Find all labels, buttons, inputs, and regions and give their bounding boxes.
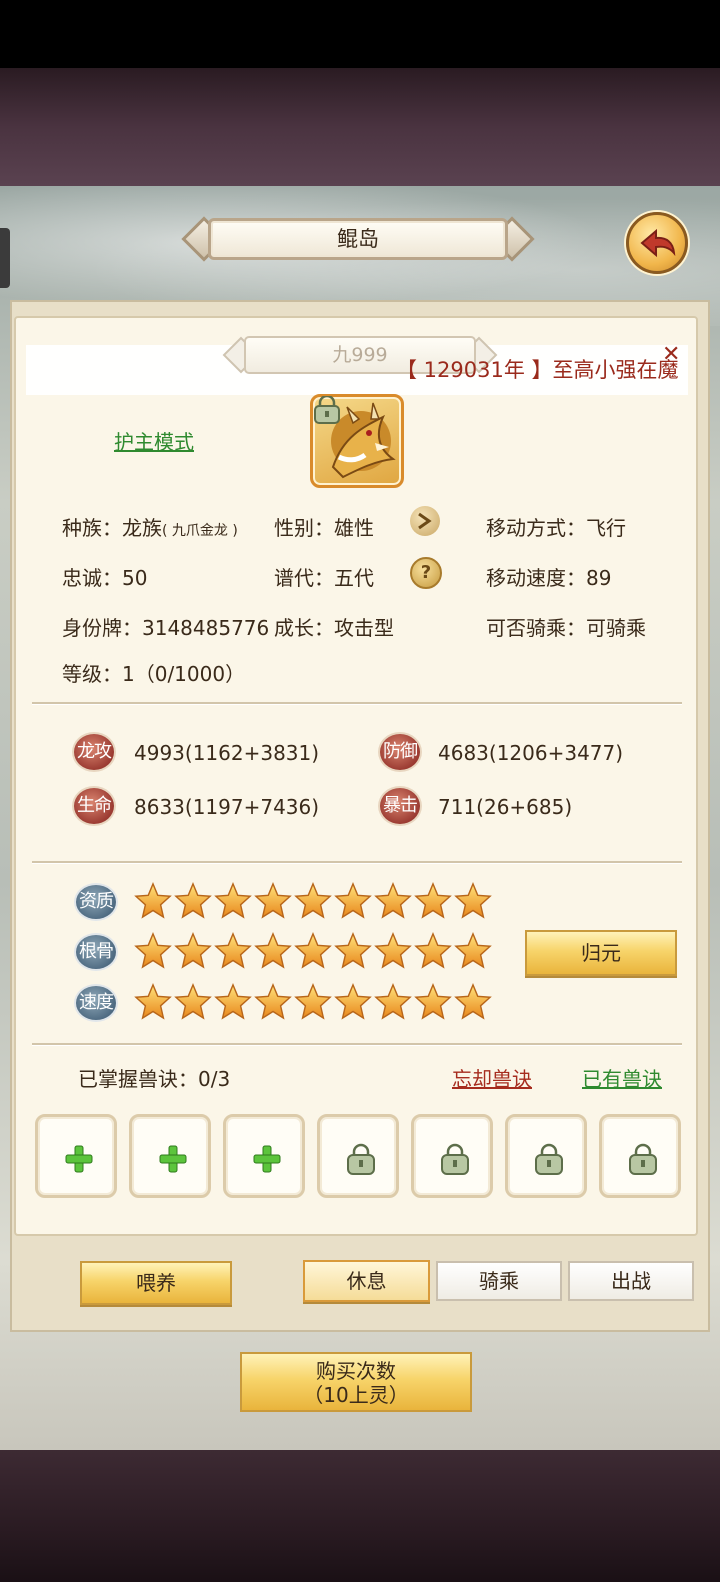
stat-badge-defense: 防御 [378,732,422,772]
plus-icon [159,1145,187,1173]
mastered-skills-label: 已掌握兽诀：0/3 [78,1067,231,1091]
star-icon [254,932,292,970]
star-icon [294,932,332,970]
divider [32,702,682,705]
star-icon [214,932,252,970]
guard-mode-link[interactable]: 护主模式 [114,426,194,455]
skill-slot-locked[interactable] [317,1114,399,1198]
status-bar-area [0,0,720,68]
star-icon [174,932,212,970]
arrow-icon [418,512,432,530]
gender-info: 性别：雄性 [274,516,374,540]
stat-badge-health: 生命 [72,786,116,826]
aptitude-badge: 资质 [74,883,118,921]
rideable-info: 可否骑乘：可骑乘 [486,616,646,640]
bottom-backdrop [0,1450,720,1582]
id-tag-info: 身份牌：3148485776 [62,616,270,640]
reset-button[interactable]: 归元 [525,930,677,976]
back-arrow-icon [640,228,676,258]
skill-slot-locked[interactable] [411,1114,493,1198]
loyalty-info: 忠诚：50 [62,566,148,590]
back-button[interactable] [626,212,688,274]
star-icon [174,882,212,920]
stat-value-defense: 4683(1206+3477) [438,741,624,765]
feed-button[interactable]: 喂养 [80,1261,232,1305]
bone-badge: 根骨 [74,933,118,971]
buy-times-label: 购买次数 [316,1359,396,1383]
skill-slot-empty[interactable] [129,1114,211,1198]
lock-icon [347,1143,375,1175]
star-icon [294,983,332,1021]
star-icon [414,882,452,920]
race-subtype: ( 九爪金龙 ) [162,523,238,539]
star-icon [454,932,492,970]
owned-skills-link[interactable]: 已有兽诀 [582,1063,662,1092]
help-icon[interactable]: ? [410,557,442,589]
lock-icon [629,1143,657,1175]
star-icon [454,983,492,1021]
speed-badge: 速度 [74,984,118,1022]
star-icon [134,882,172,920]
skill-slot-locked[interactable] [505,1114,587,1198]
ride-button[interactable]: 骑乘 [436,1261,562,1301]
plus-icon [253,1145,281,1173]
star-icon [334,932,372,970]
owner-text: 【 129031年 】至高小强在魔 [396,358,679,382]
growth-info: 成长：攻击型 [274,616,394,640]
divider [32,1043,682,1046]
battle-button[interactable]: 出战 [568,1261,694,1301]
star-icon [214,983,252,1021]
lock-icon [441,1143,469,1175]
stat-value-health: 8633(1197+7436) [134,795,320,819]
top-backdrop [0,68,720,186]
plus-icon [65,1145,93,1173]
title-banner: 鲲岛 [180,214,536,264]
star-icon [374,882,412,920]
divider [32,861,682,864]
star-icon [214,882,252,920]
race-value: 龙族 [122,516,162,540]
star-icon [414,932,452,970]
move-mode-info: 移动方式：飞行 [486,516,626,540]
bone-stars [134,932,492,972]
star-icon [334,882,372,920]
star-icon [294,882,332,920]
level-info: 等级：1（0/1000） [62,662,246,686]
star-icon [174,983,212,1021]
buy-times-cost: （10上灵） [303,1383,409,1407]
star-icon [374,932,412,970]
close-icon[interactable]: ✕ [662,344,688,370]
skill-slot-locked[interactable] [599,1114,681,1198]
race-info: 种族：龙族( 九爪金龙 ) [62,512,238,541]
skill-slot-empty[interactable] [223,1114,305,1198]
forget-skill-link[interactable]: 忘却兽诀 [452,1063,532,1092]
aptitude-stars [134,882,492,922]
rest-button[interactable]: 休息 [303,1260,430,1302]
star-icon [254,983,292,1021]
skill-slot-empty[interactable] [35,1114,117,1198]
stat-value-crit: 711(26+685) [438,795,573,819]
stat-badge-crit: 暴击 [378,786,422,826]
star-icon [134,983,172,1021]
page-title: 鲲岛 [337,227,379,251]
star-icon [374,983,412,1021]
star-icon [254,882,292,920]
speed-stars [134,983,492,1023]
star-icon [334,983,372,1021]
star-icon [414,983,452,1021]
side-handle [0,228,10,288]
lock-icon [535,1143,563,1175]
star-icon [454,882,492,920]
generation-info: 谱代：五代 [274,566,374,590]
gender-switch-icon[interactable] [410,506,440,536]
stat-value-attack: 4993(1162+3831) [134,741,320,765]
star-icon [134,932,172,970]
move-speed-info: 移动速度：89 [486,566,612,590]
race-label: 种族： [62,516,122,540]
lock-icon [314,396,340,424]
stat-badge-attack: 龙攻 [72,732,116,772]
buy-times-button[interactable]: 购买次数 （10上灵） [240,1352,472,1412]
